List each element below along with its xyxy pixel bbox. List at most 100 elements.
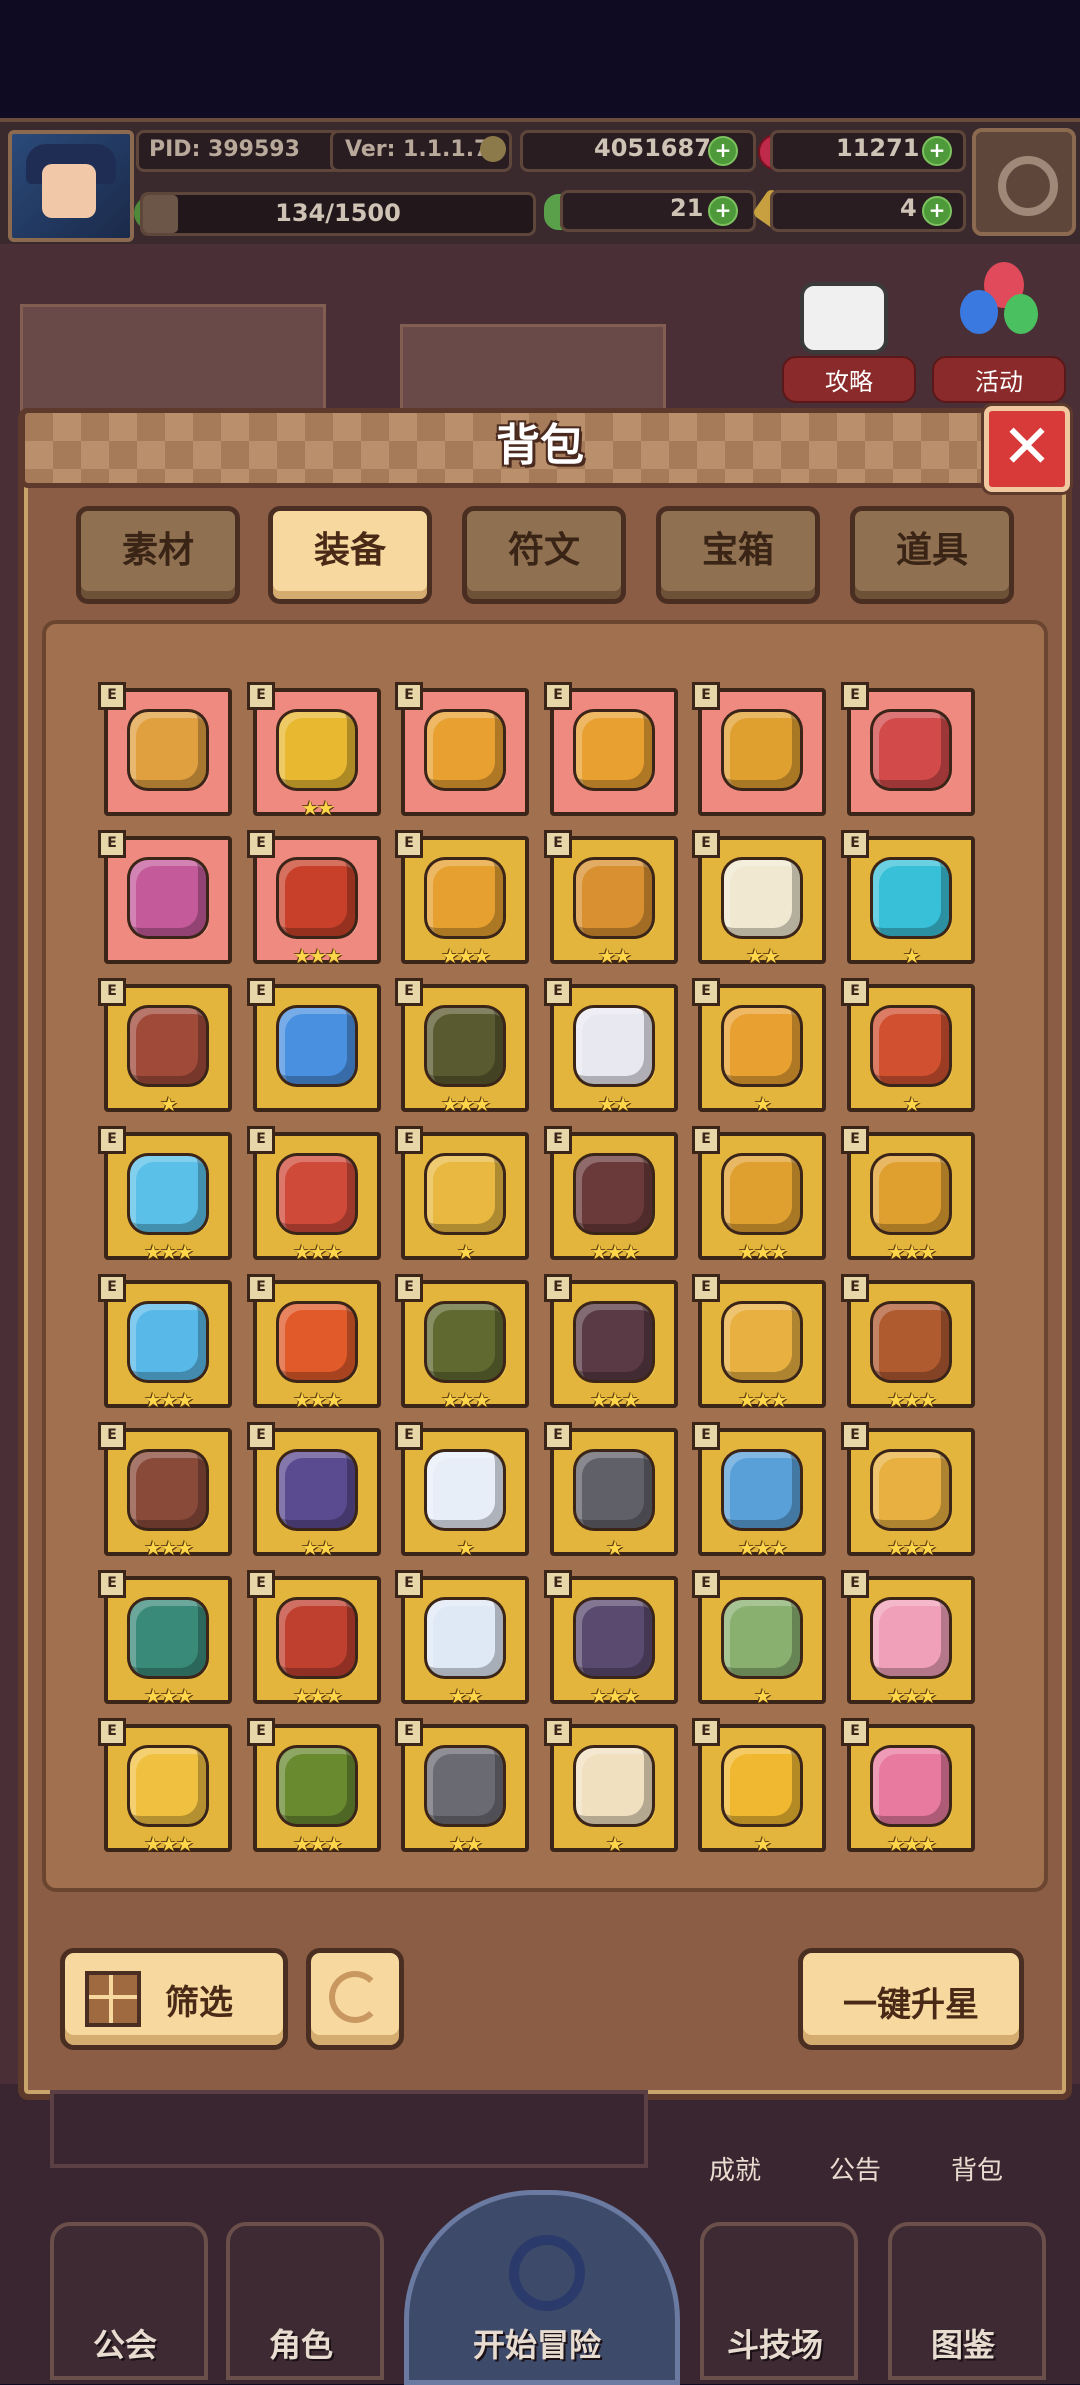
- tab-materials-label: 素材: [121, 530, 194, 571]
- purple-belt-icon: [279, 1452, 355, 1528]
- equipment-slot[interactable]: [253, 836, 381, 964]
- wing-amulet-icon: [576, 1748, 652, 1824]
- close-button[interactable]: ✕: [984, 406, 1070, 492]
- equipment-slot[interactable]: [401, 1724, 529, 1852]
- equipment-slot[interactable]: [104, 1576, 232, 1704]
- magic-lamp-icon: [279, 1008, 355, 1084]
- equipment-slot[interactable]: [253, 1280, 381, 1408]
- settings-gear-icon[interactable]: [972, 128, 1076, 236]
- horned-helm-icon: [724, 712, 800, 788]
- equipment-slot[interactable]: [104, 1724, 232, 1852]
- equipment-slot[interactable]: [698, 1280, 826, 1408]
- red-robe-icon: [873, 712, 949, 788]
- equipment-slot[interactable]: [698, 1724, 826, 1852]
- equipment-slot[interactable]: [104, 1280, 232, 1408]
- tab-runes-label: 符文: [507, 530, 580, 571]
- clover-plus-icon[interactable]: +: [708, 196, 738, 226]
- fire-glove-icon: [279, 1304, 355, 1380]
- key-plus-icon[interactable]: +: [922, 196, 952, 226]
- tab-items[interactable]: 道具: [850, 506, 1014, 604]
- equipment-slot[interactable]: [104, 984, 232, 1112]
- equipment-slot[interactable]: [253, 1724, 381, 1852]
- gold-plus-icon[interactable]: +: [708, 136, 738, 166]
- equipment-slot[interactable]: [550, 688, 678, 816]
- equipment-slot[interactable]: [847, 1132, 975, 1260]
- version-text: Ver: 1.1.1.7: [345, 137, 490, 162]
- gold-boots-icon: [873, 1452, 949, 1528]
- balloons-icon[interactable]: [960, 262, 1040, 342]
- equipment-slot[interactable]: [401, 688, 529, 816]
- gem-plus-icon[interactable]: +: [922, 136, 952, 166]
- bag-shortcut-label[interactable]: 背包: [922, 2150, 1032, 2187]
- filter-button[interactable]: 筛选: [60, 1948, 288, 2050]
- dark-armor-icon: [576, 1156, 652, 1232]
- equipment-slot[interactable]: [698, 1132, 826, 1260]
- tab-materials[interactable]: 素材: [76, 506, 240, 604]
- stone-amulet-icon: [427, 1748, 503, 1824]
- refresh-button[interactable]: [306, 1948, 404, 2050]
- sapphire-belt-icon: [724, 1452, 800, 1528]
- gold-amulet-icon: [130, 1748, 206, 1824]
- equipment-slot[interactable]: [698, 1428, 826, 1556]
- upgrade-all-label: 一键升星: [843, 1985, 979, 2025]
- equipment-slot[interactable]: [847, 836, 975, 964]
- gold-amount: 4051687: [594, 134, 711, 162]
- fur-armor-icon: [130, 1008, 206, 1084]
- equipment-slot[interactable]: [698, 836, 826, 964]
- equipment-slot[interactable]: [253, 1576, 381, 1704]
- notice-label[interactable]: 公告: [800, 2150, 910, 2187]
- equipment-slot[interactable]: [401, 836, 529, 964]
- equipment-slot[interactable]: [104, 688, 232, 816]
- event-button[interactable]: 活动: [932, 356, 1066, 403]
- heart-necklace-icon: [427, 712, 503, 788]
- equipment-slot[interactable]: [550, 984, 678, 1112]
- nav-guild-label: 公会: [92, 2326, 157, 2364]
- equipment-slot[interactable]: [698, 1576, 826, 1704]
- equipment-slot[interactable]: [253, 688, 381, 816]
- equipment-slot[interactable]: [698, 984, 826, 1112]
- close-icon: ✕: [1001, 412, 1053, 482]
- tab-equipment[interactable]: 装备: [268, 506, 432, 604]
- demon-gauntlet-icon: [576, 1304, 652, 1380]
- tab-chests[interactable]: 宝箱: [656, 506, 820, 604]
- achievements-label[interactable]: 成就: [680, 2150, 790, 2187]
- player-avatar[interactable]: [8, 130, 134, 242]
- equipment-slot[interactable]: [550, 1724, 678, 1852]
- equipment-slot[interactable]: [847, 1428, 975, 1556]
- equipment-slot[interactable]: [401, 1280, 529, 1408]
- equipment-slot[interactable]: [847, 688, 975, 816]
- equipment-slot[interactable]: [401, 984, 529, 1112]
- guide-button[interactable]: 攻略: [782, 356, 916, 403]
- equipment-slot[interactable]: [847, 1724, 975, 1852]
- equipment-slot[interactable]: [550, 1428, 678, 1556]
- equipment-slot[interactable]: [847, 1280, 975, 1408]
- equipment-slot[interactable]: [550, 1280, 678, 1408]
- equipment-slot[interactable]: [847, 1576, 975, 1704]
- equipment-slot[interactable]: [401, 1428, 529, 1556]
- equipment-slot[interactable]: [253, 1428, 381, 1556]
- equipment-slot[interactable]: [104, 836, 232, 964]
- equipment-slot[interactable]: [550, 836, 678, 964]
- equipment-slot[interactable]: [401, 1576, 529, 1704]
- guide-chat-icon[interactable]: [800, 282, 888, 354]
- tab-runes[interactable]: 符文: [462, 506, 626, 604]
- equipment-slot[interactable]: [104, 1428, 232, 1556]
- equipment-slot[interactable]: [847, 984, 975, 1112]
- equipment-slot[interactable]: [104, 1132, 232, 1260]
- equipment-slot[interactable]: [401, 1132, 529, 1260]
- filter-grid-icon: [85, 1971, 141, 2027]
- equipment-slot[interactable]: [253, 1132, 381, 1260]
- equipment-slot[interactable]: [550, 1576, 678, 1704]
- dark-mask-icon: [427, 1008, 503, 1084]
- tab-items-label: 道具: [895, 530, 968, 571]
- equipment-slot[interactable]: [698, 688, 826, 816]
- equipment-slot[interactable]: [550, 1132, 678, 1260]
- teal-boots-icon: [130, 1600, 206, 1676]
- pid-text: PID: 399593: [149, 137, 300, 162]
- upgrade-all-button[interactable]: 一键升星: [798, 1948, 1024, 2050]
- equipment-slot[interactable]: [253, 984, 381, 1112]
- balloon-blue: [960, 290, 998, 334]
- red-pot-icon: [279, 860, 355, 936]
- nav-character-label: 角色: [268, 2326, 333, 2364]
- ruby-helm-icon: [873, 1008, 949, 1084]
